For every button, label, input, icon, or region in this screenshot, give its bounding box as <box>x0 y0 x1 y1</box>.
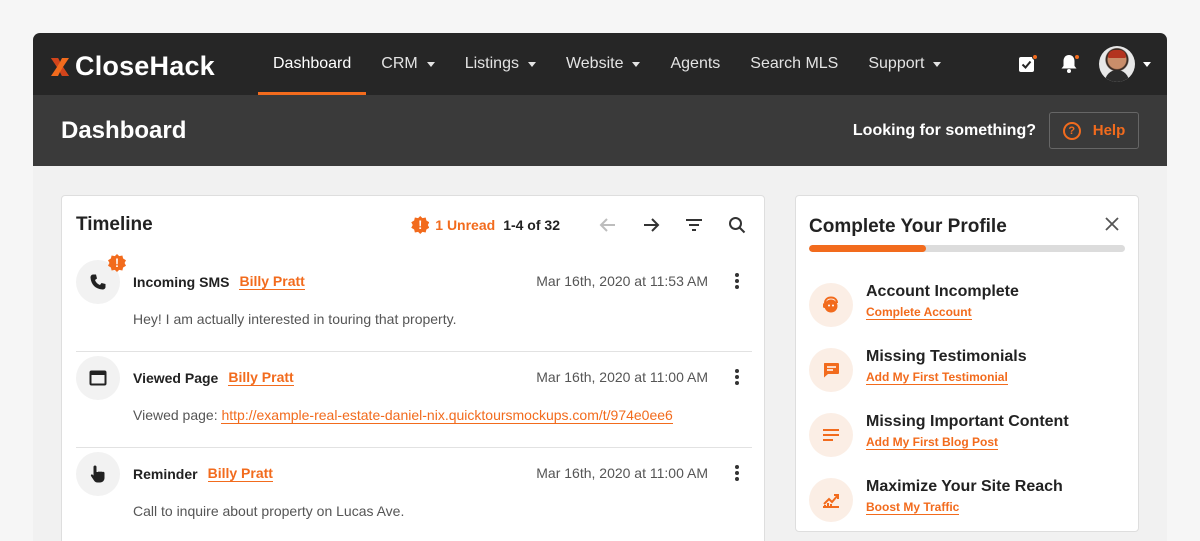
event-type: Reminder <box>133 465 198 482</box>
contact-link[interactable]: Billy Pratt <box>207 465 273 482</box>
page-range: 1-4 of 32 <box>503 217 560 233</box>
chevron-down-icon <box>632 61 641 67</box>
traffic-chart-icon <box>809 478 853 522</box>
hand-pointer-icon <box>76 452 120 496</box>
alert-badge-icon: ! <box>108 254 126 272</box>
unread-count[interactable]: 1 Unread <box>435 217 495 233</box>
nav-item-agents[interactable]: Agents <box>655 33 735 95</box>
avatar[interactable] <box>1099 46 1135 82</box>
page-title: Dashboard <box>61 117 187 144</box>
nav-item-listings[interactable]: Listings <box>450 33 551 95</box>
contact-link[interactable]: Billy Pratt <box>228 369 294 386</box>
timeline-card: Timeline ! 1 Unread 1-4 of 32 ! Incoming… <box>61 195 765 541</box>
nav-item-label: Search MLS <box>750 55 839 72</box>
chevron-down-icon <box>527 61 536 67</box>
chevron-down-icon <box>933 61 942 67</box>
close-icon[interactable] <box>1104 216 1120 232</box>
question-circle-icon: ? <box>1062 121 1081 140</box>
nav-item-label: Listings <box>464 55 519 72</box>
nav-user-area <box>997 33 1151 95</box>
text-lines-icon <box>809 413 853 457</box>
message-icon <box>809 348 853 392</box>
event-type: Viewed Page <box>133 369 219 386</box>
profile-progress-fill <box>809 245 926 252</box>
nav-item-website[interactable]: Website <box>551 33 656 95</box>
notification-dot <box>1032 54 1038 60</box>
nav-item-support[interactable]: Support <box>853 33 956 95</box>
profile-task-item: Missing Testimonials Add My First Testim… <box>809 346 1129 398</box>
timeline-item[interactable]: ! Incoming SMS Billy Pratt Mar 16th, 202… <box>76 254 752 352</box>
event-type: Incoming SMS <box>133 273 230 290</box>
alert-badge-icon: ! <box>411 216 430 234</box>
chevron-down-icon[interactable] <box>1143 61 1151 67</box>
nav-item-label: Agents <box>670 55 721 72</box>
event-body: Hey! I am actually interested in touring… <box>133 311 457 327</box>
help-button-label: Help <box>1092 122 1126 139</box>
event-timestamp: Mar 16th, 2020 at 11:53 AM <box>536 273 708 289</box>
arrow-left-icon[interactable] <box>597 214 619 236</box>
chevron-down-icon <box>426 61 435 67</box>
browser-window-icon <box>76 356 120 400</box>
more-vertical-icon[interactable] <box>732 462 742 484</box>
task-link[interactable]: Add My First Testimonial <box>866 370 1008 385</box>
timeline-title: Timeline <box>76 214 153 235</box>
filter-icon[interactable] <box>683 214 705 236</box>
more-vertical-icon[interactable] <box>732 270 742 292</box>
brand-logo[interactable]: CloseHack <box>49 51 215 82</box>
event-body-prefix: Viewed page: <box>133 407 222 423</box>
help-button[interactable]: ? Help <box>1049 112 1139 149</box>
nav-item-label: Dashboard <box>273 55 352 72</box>
complete-profile-card: Complete Your Profile Account Incomplete… <box>795 195 1139 532</box>
timeline-item[interactable]: Viewed Page Billy Pratt Mar 16th, 2020 a… <box>76 352 752 448</box>
top-navbar: CloseHack Dashboard CRM Listings Website… <box>33 33 1167 95</box>
logo-mark-icon <box>49 56 71 78</box>
brand-name: CloseHack <box>75 51 215 81</box>
viewed-page-link[interactable]: http://example-real-estate-daniel-nix.qu… <box>221 407 673 424</box>
task-check-icon[interactable] <box>1015 52 1039 76</box>
profile-card-title: Complete Your Profile <box>809 216 1007 237</box>
arrow-right-icon[interactable] <box>640 214 662 236</box>
timeline-item[interactable]: Reminder Billy Pratt Mar 16th, 2020 at 1… <box>76 448 752 541</box>
event-body: Call to inquire about property on Lucas … <box>133 503 405 519</box>
event-timestamp: Mar 16th, 2020 at 11:00 AM <box>536 465 708 481</box>
nav-item-label: Support <box>868 55 925 72</box>
event-body: Viewed page: http://example-real-estate-… <box>133 407 673 424</box>
task-link[interactable]: Add My First Blog Post <box>866 435 998 450</box>
task-heading: Missing Testimonials <box>866 348 1027 365</box>
nav-item-dashboard[interactable]: Dashboard <box>258 33 367 95</box>
help-prompt: Looking for something? <box>852 122 1036 139</box>
face-icon <box>809 283 853 327</box>
page-header: Dashboard Looking for something? ? Help <box>33 95 1167 166</box>
main-nav: Dashboard CRM Listings Website Agents Se… <box>258 33 956 95</box>
task-heading: Account Incomplete <box>866 283 1019 300</box>
more-vertical-icon[interactable] <box>732 366 742 388</box>
bell-icon[interactable] <box>1057 52 1081 76</box>
nav-item-label: Website <box>565 55 624 72</box>
nav-item-label: CRM <box>381 55 418 72</box>
app-window: CloseHack Dashboard CRM Listings Website… <box>33 33 1167 541</box>
search-icon[interactable] <box>726 214 748 236</box>
profile-task-item: Maximize Your Site Reach Boost My Traffi… <box>809 476 1129 528</box>
notification-dot <box>1074 54 1080 60</box>
profile-progress-bar <box>809 245 1125 252</box>
timeline-controls: ! 1 Unread 1-4 of 32 <box>411 214 748 236</box>
event-timestamp: Mar 16th, 2020 at 11:00 AM <box>536 369 708 385</box>
task-link[interactable]: Boost My Traffic <box>866 500 960 515</box>
profile-task-item: Missing Important Content Add My First B… <box>809 411 1129 463</box>
task-link[interactable]: Complete Account <box>866 305 972 320</box>
nav-item-search-mls[interactable]: Search MLS <box>735 33 853 95</box>
nav-item-crm[interactable]: CRM <box>366 33 449 95</box>
profile-task-item: Account Incomplete Complete Account <box>809 281 1129 333</box>
phone-icon: ! <box>76 254 126 304</box>
task-heading: Missing Important Content <box>866 413 1069 430</box>
contact-link[interactable]: Billy Pratt <box>239 273 305 290</box>
task-heading: Maximize Your Site Reach <box>866 478 1063 495</box>
